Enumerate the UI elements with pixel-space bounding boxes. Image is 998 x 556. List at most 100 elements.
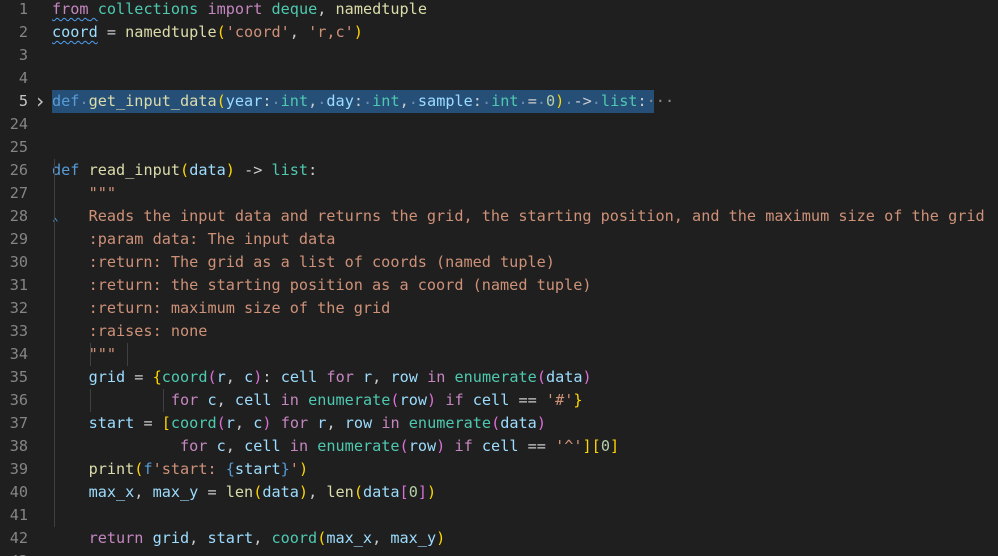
code-token: : — [353, 92, 363, 110]
code-line[interactable]: 36 for c, cell in enumerate(row) if cell… — [0, 389, 998, 412]
code-token: coord — [170, 414, 217, 432]
line-code: grid = {coord(r, c): cell for r, row in … — [52, 366, 592, 389]
code-line[interactable]: 33 :raises: none — [0, 320, 998, 343]
code-token: if — [445, 391, 464, 409]
code-token: ··· — [646, 92, 675, 110]
chevron-right-icon[interactable]: › — [30, 90, 50, 113]
code-token: { — [225, 460, 235, 478]
code-token: , — [372, 368, 391, 386]
code-token: c — [207, 391, 217, 409]
line-number: 4 — [18, 69, 28, 87]
line-number: 38 — [9, 437, 28, 455]
code-line[interactable]: 2 coord = namedtuple('coord', 'r,c') — [0, 21, 998, 44]
code-line[interactable]: 4 — [0, 67, 998, 90]
line-number: 3 — [18, 46, 28, 64]
code-token: : — [262, 92, 272, 110]
code-token: in — [289, 437, 309, 455]
code-token: row — [399, 391, 427, 409]
code-token: , — [289, 23, 309, 41]
code-line[interactable]: 27 """ — [0, 182, 998, 205]
code-line[interactable]: 38 for c, cell in enumerate(row) if cell… — [0, 435, 998, 458]
code-token: ( — [207, 368, 217, 386]
code-token: row — [344, 414, 373, 432]
code-token: def — [52, 161, 80, 179]
code-token: , — [189, 529, 208, 547]
code-line[interactable]: 35 grid = {coord(r, c): cell for r, row … — [0, 366, 998, 389]
code-token: ( — [180, 161, 190, 179]
code-token: enumerate — [317, 437, 400, 455]
code-line[interactable]: 28 Reads the input data and returns the … — [0, 205, 998, 229]
code-editor[interactable]: 1 from collections import deque, namedtup… — [0, 0, 998, 556]
code-line[interactable]: 34 """ — [0, 343, 998, 366]
code-line[interactable]: 3 — [0, 44, 998, 67]
code-token: data — [189, 161, 226, 179]
code-token: :param data: The input data — [52, 230, 336, 248]
code-token — [363, 92, 372, 110]
code-token: 0 — [600, 437, 610, 455]
line-number: 29 — [9, 230, 28, 248]
line-code: for c, cell in enumerate(row) if cell ==… — [52, 435, 619, 458]
code-token: data — [500, 414, 537, 432]
code-token: data — [362, 483, 400, 501]
code-token: ) — [262, 414, 272, 432]
code-token: ' — [289, 460, 299, 478]
code-line[interactable]: 30 :return: The grid as a list of coords… — [0, 251, 998, 274]
indent-guide — [54, 159, 55, 527]
code-token: """ — [52, 184, 117, 202]
code-line[interactable]: 32 :return: maximum size of the grid — [0, 297, 998, 320]
code-line[interactable]: 29 :param data: The input data — [0, 228, 998, 251]
code-token: :raises: none — [52, 322, 208, 340]
line-number: 33 — [9, 322, 28, 340]
code-token: ( — [536, 368, 546, 386]
code-token: : — [637, 92, 647, 110]
code-token: , — [234, 414, 254, 432]
code-token — [317, 92, 326, 110]
code-line[interactable]: 41 — [0, 504, 998, 527]
code-token — [79, 92, 88, 110]
code-token: start — [52, 414, 135, 432]
code-token: ( — [491, 414, 501, 432]
code-token: , — [372, 529, 391, 547]
code-token: start — [234, 460, 281, 478]
code-token: , — [326, 414, 345, 432]
code-line[interactable]: 5›def get_input_data(year: int, day: int… — [0, 90, 998, 113]
code-token — [537, 92, 546, 110]
line-number: 34 — [9, 345, 28, 363]
code-token: = — [134, 414, 162, 432]
code-line[interactable]: 31 :return: the starting position as a c… — [0, 274, 998, 297]
code-token: ) — [427, 391, 437, 409]
code-token: , — [225, 437, 245, 455]
code-line[interactable]: 37 start = [coord(r, c) for r, row in en… — [0, 412, 998, 435]
code-line[interactable]: 39 print(f'start: {start}') — [0, 458, 998, 481]
code-token: ] — [609, 437, 620, 455]
line-number: 36 — [9, 391, 28, 409]
code-token: : — [308, 161, 318, 179]
code-token: cell — [280, 368, 318, 386]
code-line[interactable]: 43 — [0, 550, 998, 556]
code-token: ) — [225, 161, 235, 179]
code-token: read_input — [88, 161, 181, 179]
code-token — [409, 92, 418, 110]
code-line[interactable]: 1 from collections import deque, namedtup… — [0, 0, 998, 21]
code-token: ( — [216, 414, 226, 432]
code-line[interactable]: 40 max_x, max_y = len(data), len(data[0]… — [0, 481, 998, 504]
line-code: print(f'start: {start}') — [52, 458, 309, 481]
code-token: ) — [427, 483, 437, 501]
code-token: get_input_data — [88, 92, 217, 110]
code-line[interactable]: 24 — [0, 113, 998, 136]
code-token — [482, 92, 491, 110]
code-token: , — [308, 483, 327, 501]
code-token: data — [545, 368, 583, 386]
code-line[interactable]: 26 def read_input(data) -> list: — [0, 159, 998, 182]
line-number: 25 — [9, 138, 28, 156]
code-token: cell — [234, 391, 272, 409]
code-line[interactable]: 42 return grid, start, coord(max_x, max_… — [0, 527, 998, 550]
line-code: def get_input_data(year: int, day: int, … — [52, 90, 674, 113]
code-line[interactable]: 25 — [0, 136, 998, 159]
code-token: ( — [216, 92, 226, 110]
